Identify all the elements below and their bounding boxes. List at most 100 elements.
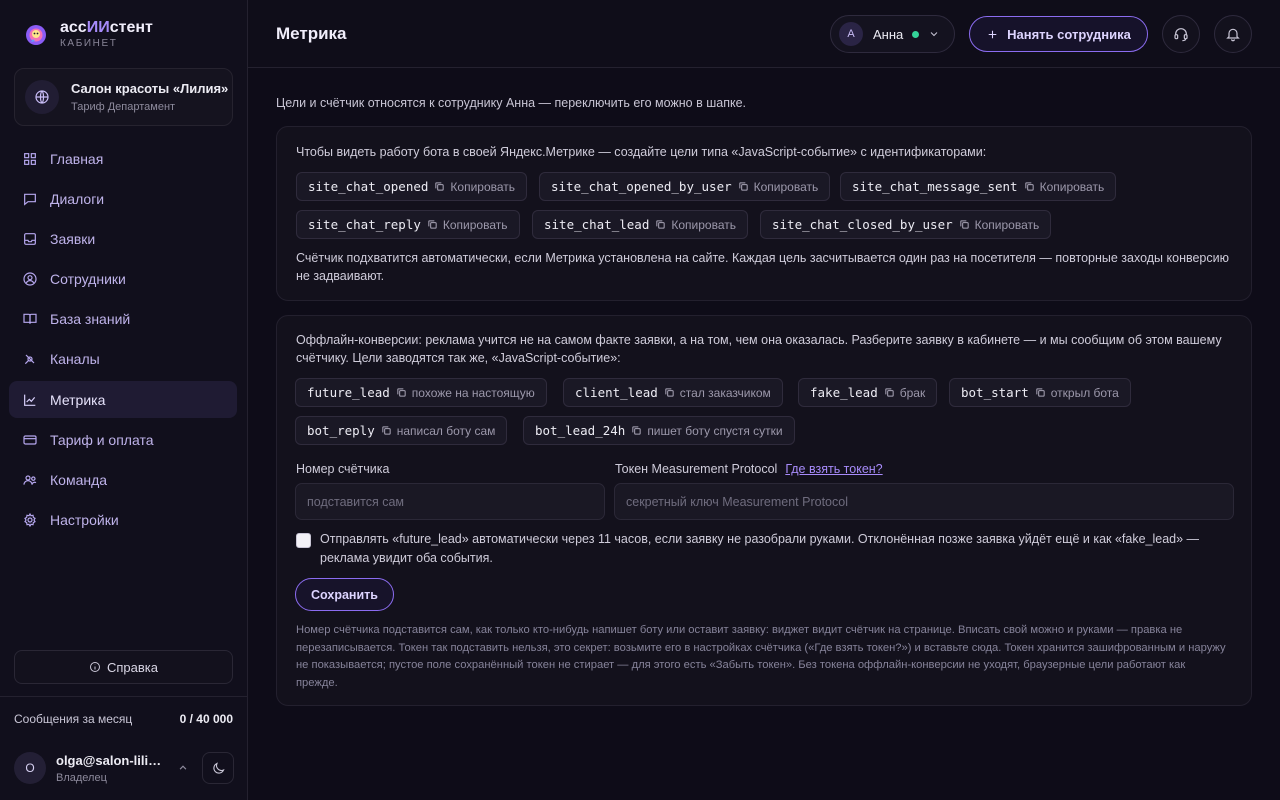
sidebar-nav: Главная Диалоги Заявки Сотрудники База знани… — [9, 140, 237, 542]
copy-button[interactable]: стал заказчиком — [664, 386, 771, 400]
goal-id: site_chat_opened_by_user — [551, 179, 732, 194]
token-label: Токен Measurement Protocol — [615, 462, 778, 476]
moon-icon — [212, 761, 225, 774]
help-label: Справка — [107, 659, 158, 675]
goal-chip: site_chat_message_sent Копировать — [840, 172, 1117, 201]
sidebar-item-5[interactable]: База знаний — [9, 301, 237, 338]
sidebar-item-label: Команда — [50, 472, 108, 488]
sidebar-item-1[interactable]: Главная — [9, 140, 237, 177]
offline-goal-id: client_lead — [575, 385, 658, 400]
goals-instructions: Чтобы видеть работу бота в своей Яндекс.… — [296, 145, 987, 159]
offline-goal-desc: брак — [899, 385, 926, 400]
user-email: olga@salon-liliya.ru — [56, 752, 168, 768]
gear-icon — [24, 513, 36, 528]
copy-label: Копировать — [442, 217, 508, 232]
offline-conversions-card: Оффлайн-конверсии: реклама учится не на … — [276, 315, 1252, 706]
copy-button[interactable]: Копировать — [738, 179, 819, 194]
offline-goal-id: fake_lead — [810, 385, 878, 400]
globe-icon — [25, 80, 59, 114]
copy-button[interactable]: Копировать — [1024, 180, 1104, 194]
offline-goal-chip[interactable]: bot_reply написал боту сам — [295, 416, 508, 445]
employee-avatar: А — [839, 22, 863, 46]
sidebar-item-label: База знаний — [50, 311, 131, 328]
brand[interactable]: ассИИстент КАБИНЕТ — [24, 20, 153, 49]
hire-employee-button[interactable]: Нанять сотрудника — [969, 16, 1148, 52]
token-input[interactable] — [614, 483, 1234, 520]
copy-button[interactable]: открыл бота — [1035, 386, 1119, 400]
copy-icon — [885, 388, 894, 397]
offline-goal-chip[interactable]: bot_start открыл бота — [949, 378, 1131, 407]
chevron-up-icon[interactable] — [176, 761, 190, 775]
sidebar-item-label: Диалоги — [50, 190, 105, 207]
copy-button[interactable]: пишет боту спустя сутки — [631, 424, 783, 438]
goal-chip: site_chat_closed_by_user Копировать — [760, 210, 1052, 239]
chat-icon — [24, 193, 36, 206]
counter-label: Номер счётчика — [296, 462, 390, 476]
copy-icon — [1024, 182, 1034, 191]
offline-goal-desc: стал заказчиком — [679, 385, 771, 400]
copy-icon — [397, 388, 406, 397]
sidebar-divider — [0, 696, 248, 697]
offline-goal-desc: написал боту сам — [396, 423, 496, 438]
online-status-dot — [912, 30, 920, 38]
goal-id: site_chat_message_sent — [852, 179, 1018, 194]
employee-switcher[interactable]: А Анна — [830, 15, 955, 53]
auto-send-checkbox[interactable] — [296, 533, 311, 548]
sidebar-item-label: Каналы — [50, 351, 100, 368]
copy-icon — [435, 182, 445, 191]
sidebar-item-10[interactable]: Настройки — [9, 502, 237, 539]
sidebar-item-label: Заявки — [50, 230, 96, 247]
theme-toggle-button[interactable] — [202, 752, 234, 784]
sidebar-item-label: Главная — [50, 150, 104, 167]
copy-button[interactable]: написал боту сам — [381, 423, 496, 438]
support-button[interactable] — [1162, 15, 1200, 53]
offline-goal-chip[interactable]: bot_lead_24h пишет боту спустя сутки — [523, 416, 795, 445]
sidebar-item-label: Настройки — [50, 512, 119, 529]
goal-id: site_chat_opened — [308, 179, 429, 194]
copy-icon — [959, 220, 969, 229]
sidebar-item-label: Метрика — [50, 391, 106, 408]
offline-goal-chip[interactable]: fake_lead брак — [798, 378, 938, 407]
goal-chip: site_chat_opened Копировать — [296, 172, 528, 201]
copy-button[interactable]: похоже на настоящую — [396, 386, 535, 400]
grid-icon — [24, 152, 36, 165]
top-header: Метрика А Анна Нанять сотрудника — [248, 0, 1280, 68]
save-button[interactable]: Сохранить — [295, 578, 394, 611]
sidebar-item-8[interactable]: Тариф и оплата — [9, 421, 237, 458]
org-name: Салон красоты «Лилия» — [71, 81, 229, 96]
brand-logo-icon — [24, 23, 48, 47]
copy-label: Копировать — [671, 217, 736, 232]
copy-button[interactable]: брак — [884, 386, 925, 400]
copy-button[interactable]: Копировать — [434, 180, 515, 194]
offline-goal-chip[interactable]: client_lead стал заказчиком — [563, 378, 783, 407]
book-icon — [23, 313, 37, 325]
counter-number-input[interactable] — [295, 483, 605, 520]
copy-button[interactable]: Копировать — [427, 218, 508, 232]
brand-name-prefix: асс — [60, 19, 87, 36]
copy-button[interactable]: Копировать — [655, 218, 736, 232]
copy-label: Копировать — [753, 179, 819, 194]
copy-button[interactable]: Копировать — [959, 218, 1039, 232]
auto-send-label: Отправлять «future_lead» автоматически ч… — [320, 532, 1200, 565]
sidebar-item-2[interactable]: Диалоги — [9, 180, 237, 217]
employee-name: Анна — [873, 26, 904, 42]
users-icon — [23, 475, 37, 485]
notifications-button[interactable] — [1214, 15, 1252, 53]
user-circle-icon — [23, 272, 37, 286]
where-get-token-link[interactable]: Где взять токен? — [785, 462, 882, 476]
org-switcher[interactable]: Салон красоты «Лилия» Тариф Департамент — [14, 68, 233, 126]
copy-icon — [382, 426, 391, 435]
offline-goal-id: bot_lead_24h — [535, 423, 626, 438]
sidebar-item-4[interactable]: Сотрудники — [9, 261, 237, 298]
offline-goal-chip[interactable]: future_lead похоже на настоящую — [295, 378, 547, 407]
user-menu[interactable]: O olga@salon-liliya.ru Владелец — [14, 750, 236, 786]
sidebar-item-3[interactable]: Заявки — [9, 220, 237, 257]
help-button[interactable]: Справка — [14, 650, 233, 684]
card-icon — [23, 435, 37, 445]
plus-icon — [988, 30, 997, 38]
bell-icon — [1226, 28, 1240, 42]
sidebar-item-6[interactable]: Каналы — [9, 341, 237, 378]
sidebar-item-7[interactable]: Метрика — [9, 381, 237, 419]
offline-goal-desc: открыл бота — [1050, 385, 1119, 400]
sidebar-item-9[interactable]: Команда — [9, 462, 237, 499]
